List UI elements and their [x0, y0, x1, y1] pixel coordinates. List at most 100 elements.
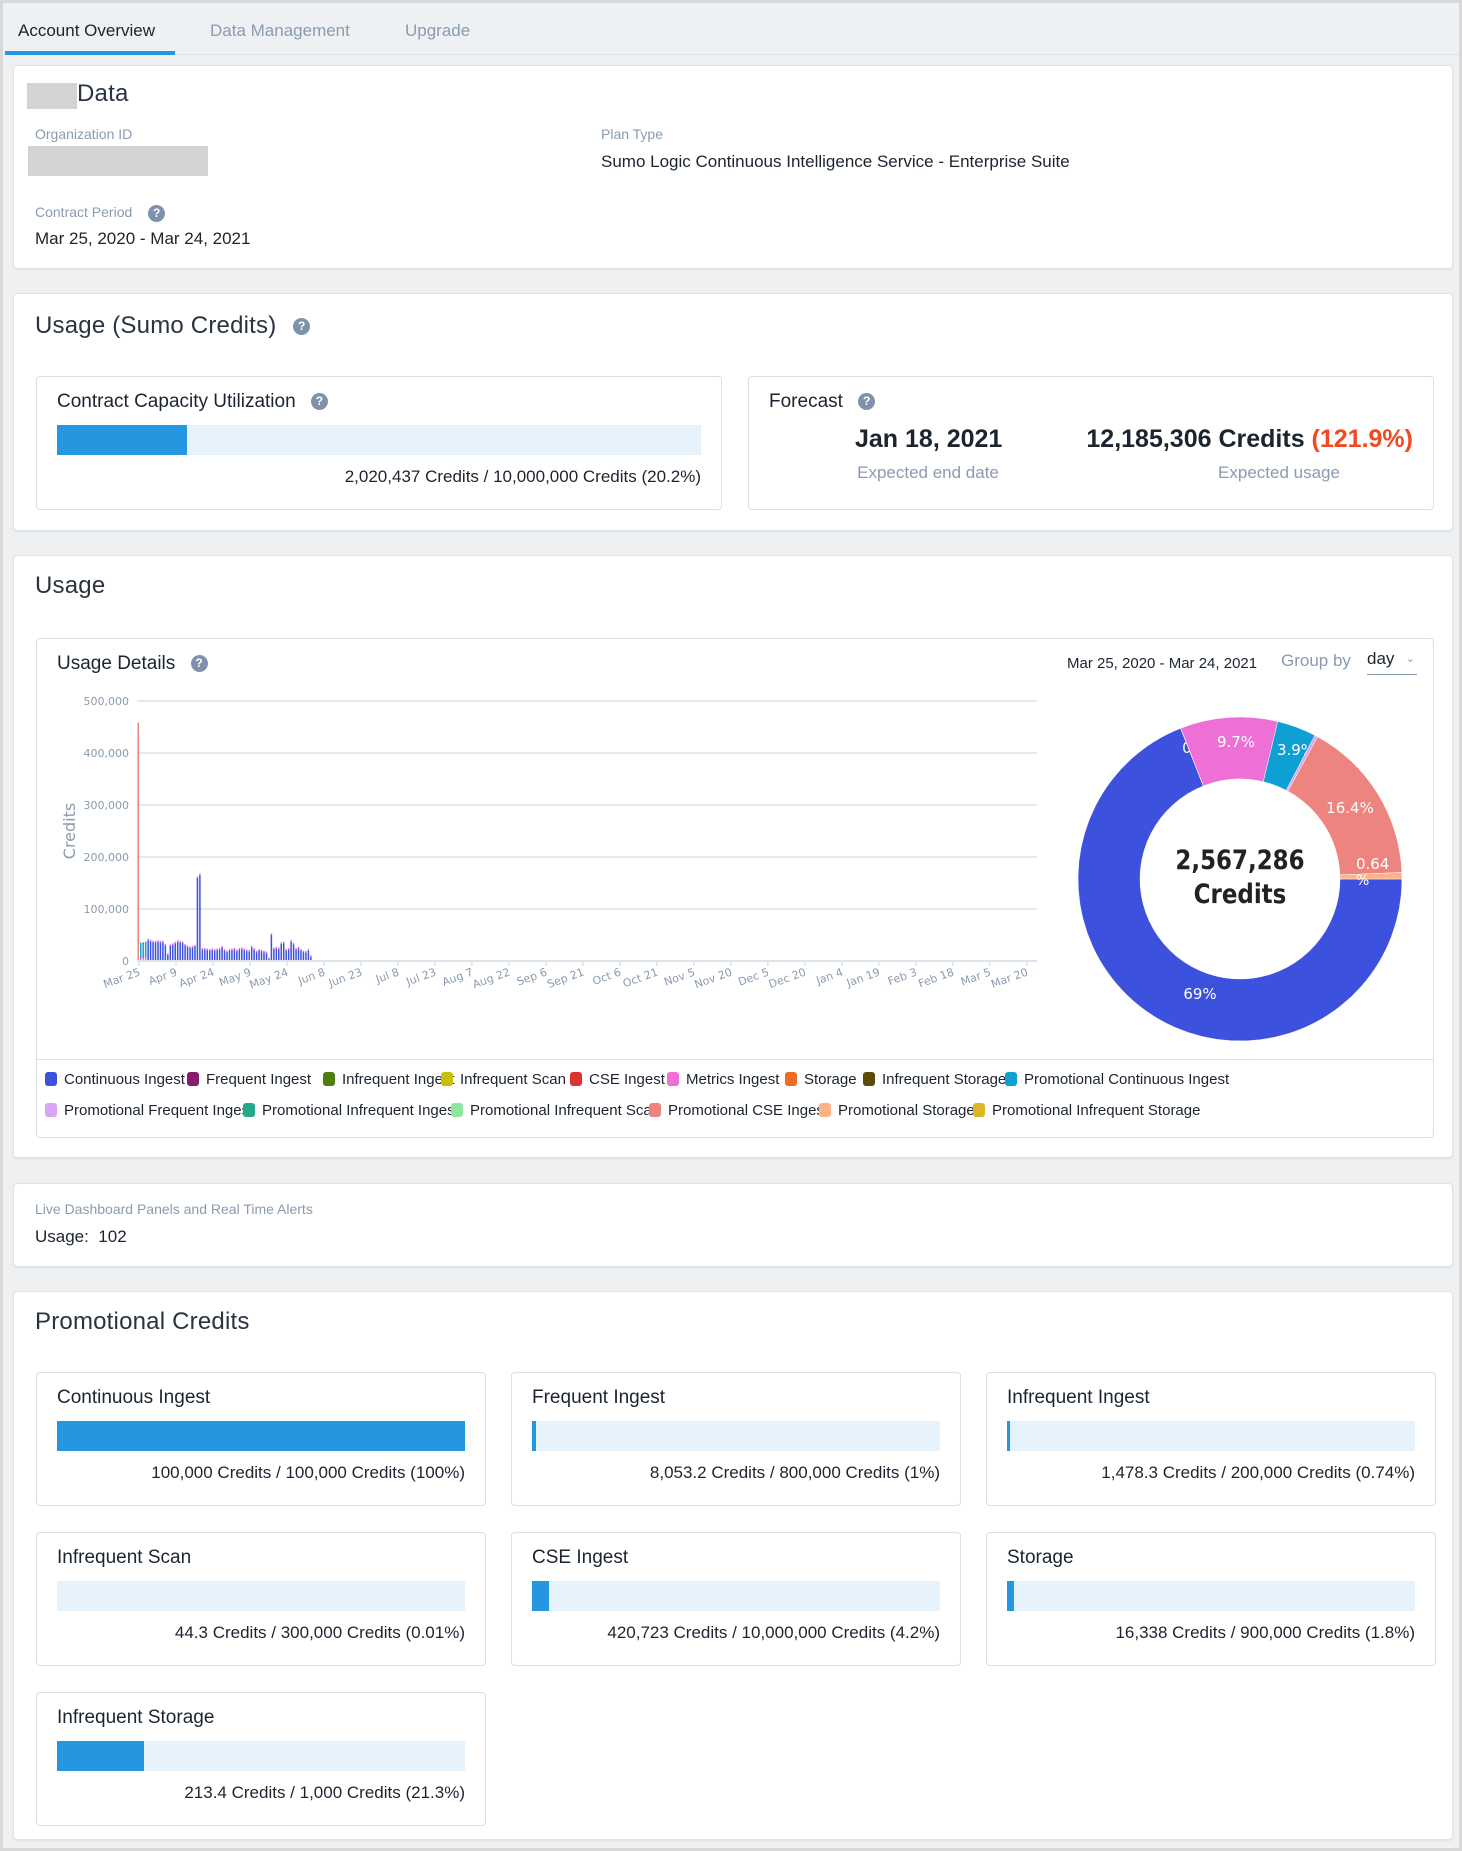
bar-metrics-ingest [159, 940, 162, 943]
legend-label: Infrequent Storage [882, 1071, 1007, 1088]
bar-continuous-ingest [201, 949, 204, 961]
legend-label: Metrics Ingest [686, 1071, 780, 1088]
legend-label: Promotional Infrequent Scan [470, 1102, 661, 1119]
org-id-label: Organization ID [35, 126, 133, 142]
forecast-usage-pct: (121.9%) [1311, 425, 1413, 453]
bar-continuous-ingest [206, 950, 209, 961]
bar-metrics-ingest [184, 943, 186, 946]
forecast-card: Forecast ? Jan 18, 2021 Expected end dat… [748, 376, 1434, 510]
tab-data-management[interactable]: Data Management [210, 21, 350, 41]
bar-continuous-ingest [184, 945, 186, 961]
y-axis-label: Credits [60, 803, 79, 859]
help-icon[interactable]: ? [858, 393, 876, 411]
x-tick-label: Oct 6 [591, 966, 623, 988]
bar-continuous-ingest [154, 942, 157, 961]
x-tick-label: Dec 20 [767, 966, 808, 991]
promo-credit-text: 420,723 Credits / 10,000,000 Credits (4.… [607, 1623, 940, 1642]
bar-metrics-ingest [226, 950, 228, 953]
usage-details-panel: Usage Details ? Mar 25, 2020 - Mar 24, 2… [36, 638, 1434, 1138]
bar-continuous-ingest [196, 877, 199, 961]
usage-donut-chart: 69%0%9.7%3.9%16.4%0.64%2,567,286Credits [1077, 716, 1403, 1042]
legend-item[interactable]: Storage [785, 1071, 857, 1088]
x-tick-label: Oct 21 [621, 966, 660, 991]
legend-item[interactable]: Promotional Storage [819, 1102, 975, 1119]
bar-continuous-ingest [199, 875, 201, 961]
legend-item[interactable]: Promotional Infrequent Storage [973, 1102, 1200, 1119]
help-icon[interactable]: ? [310, 393, 328, 411]
capacity-progress-bar [57, 425, 701, 455]
legend-item[interactable]: Infrequent Ingest [323, 1071, 455, 1088]
legend-item[interactable]: Promotional Infrequent Ingest [243, 1102, 459, 1119]
legend-label: Infrequent Ingest [342, 1071, 455, 1088]
bar-continuous-ingest [213, 950, 216, 961]
donut-slice-label: 16.4% [1326, 799, 1374, 817]
tab-account-overview[interactable]: Account Overview [18, 21, 155, 41]
legend-item[interactable]: Infrequent Scan [441, 1071, 566, 1088]
bar-continuous-ingest [231, 950, 233, 961]
bar-continuous-ingest [162, 942, 164, 961]
bar-continuous-ingest [295, 949, 297, 961]
org-title: Data [77, 80, 129, 107]
legend-label: Promotional Storage [838, 1102, 975, 1119]
x-tick-label: May 9 [217, 966, 253, 990]
promo-credit-progress-bar [57, 1581, 465, 1611]
promo-credit-title: Infrequent Storage [57, 1707, 215, 1728]
usage-date-range: Mar 25, 2020 - Mar 24, 2021 [1067, 655, 1258, 672]
legend-item[interactable]: Promotional CSE Ingest [649, 1102, 828, 1119]
bar-metrics-ingest [172, 943, 174, 945]
bar-metrics-ingest [250, 945, 253, 948]
x-tick-label: Jul 23 [404, 966, 438, 989]
bar-continuous-ingest [174, 943, 176, 961]
bar-continuous-ingest [265, 953, 268, 961]
legend-item[interactable]: CSE Ingest [570, 1071, 665, 1088]
legend-item[interactable]: Promotional Continuous Ingest [1005, 1071, 1229, 1088]
usage-credits-title: Usage (Sumo Credits) ? [35, 312, 311, 340]
bar-continuous-ingest [204, 949, 206, 961]
bar-continuous-ingest [189, 948, 191, 961]
bar-metrics-ingest [169, 944, 172, 946]
bar-metrics-ingest [213, 949, 216, 951]
bar-continuous-ingest [241, 949, 243, 961]
bar-promotional-continuous-ingest [139, 942, 142, 958]
bar-metrics-ingest [280, 942, 283, 944]
legend-item[interactable]: Frequent Ingest [187, 1071, 311, 1088]
legend-item[interactable]: Promotional Frequent Ingest [45, 1102, 253, 1119]
group-by-dropdown[interactable]: day ⌄ [1367, 649, 1417, 675]
bar-metrics-ingest [270, 933, 273, 935]
bar-metrics-ingest [176, 940, 179, 942]
legend-item[interactable]: Promotional Infrequent Scan [451, 1102, 660, 1119]
help-icon[interactable]: ? [190, 655, 208, 673]
help-icon[interactable]: ? [148, 204, 166, 222]
bar-metrics-ingest [196, 876, 199, 878]
x-tick-label: Mar 25 [102, 966, 142, 991]
usage-credits-card: Usage (Sumo Credits) ? Contract Capacity… [13, 293, 1453, 531]
legend-item[interactable]: Infrequent Storage [863, 1071, 1006, 1088]
bar-continuous-ingest [194, 946, 196, 961]
legend-item[interactable]: Metrics Ingest [667, 1071, 779, 1088]
promo-credit-progress-bar [1007, 1421, 1415, 1451]
usage-credits-title-text: Usage (Sumo Credits) [35, 312, 277, 339]
legend-swatch [667, 1072, 679, 1086]
plan-type-label: Plan Type [601, 126, 664, 142]
tab-upgrade[interactable]: Upgrade [405, 21, 470, 41]
legend-item[interactable]: Continuous Ingest [45, 1071, 185, 1088]
bar-continuous-ingest [238, 949, 241, 961]
help-icon[interactable]: ? [293, 318, 311, 336]
promo-credit-title: Storage [1007, 1547, 1074, 1568]
x-tick-label: Apr 9 [147, 966, 179, 988]
promo-credit-text: 100,000 Credits / 100,000 Credits (100%) [151, 1463, 465, 1482]
redacted-org-id [28, 146, 208, 176]
active-tab-indicator [5, 51, 175, 55]
x-tick-label: Jan 4 [814, 966, 845, 988]
promo-credit-title: CSE Ingest [532, 1547, 629, 1568]
y-tick-label: 0 [122, 955, 129, 968]
legend-swatch [819, 1103, 831, 1117]
usage-bar-chart: 0 100,000 200,000 300,000 400,000 500,000 Cred… [60, 695, 1037, 992]
donut-slice-label: 0.64 [1356, 855, 1389, 873]
x-tick-label: Apr 24 [177, 966, 216, 991]
x-tick-label: Sep 21 [545, 966, 585, 991]
forecast-usage-value: 12,185,306 Credits [1086, 425, 1305, 453]
bar-continuous-ingest [270, 935, 273, 961]
bar-metrics-ingest [295, 948, 297, 950]
bar-metrics-ingest [147, 938, 149, 941]
